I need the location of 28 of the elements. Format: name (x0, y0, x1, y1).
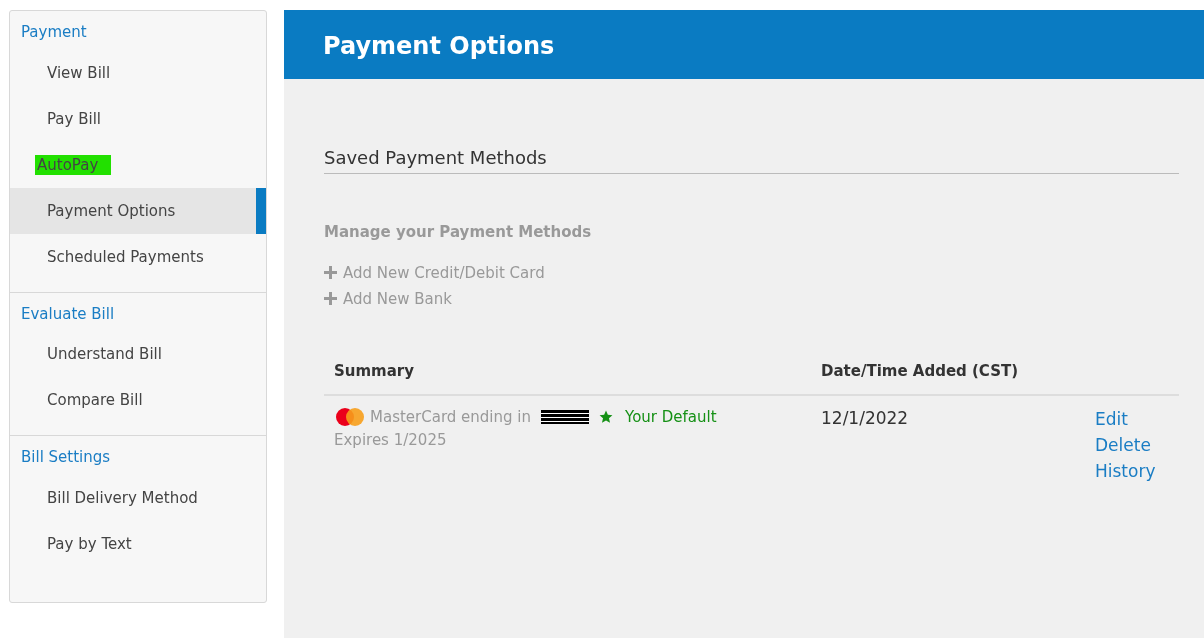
sidebar-item[interactable]: Compare Bill (10, 377, 266, 423)
sidebar-item[interactable]: AutoPay (10, 141, 266, 188)
section-heading: Payment (20, 22, 88, 43)
plus-icon (324, 292, 337, 305)
sidebar-item[interactable]: View Bill (10, 49, 266, 96)
section-heading: Evaluate Bill (20, 303, 116, 325)
sidebar-item[interactable]: Pay Bill (10, 95, 266, 142)
action-link[interactable]: Edit (1095, 406, 1156, 432)
section-title: Saved Payment Methods (324, 144, 1179, 174)
sidebar-item[interactable]: Payment Options (10, 187, 266, 234)
sidebar-item[interactable]: Pay by Text (10, 520, 266, 567)
column-header: Summary (334, 360, 416, 382)
sidebar-item[interactable]: Bill Delivery Method (10, 474, 266, 521)
plus-icon (324, 266, 337, 279)
sidebar-item[interactable]: Understand Bill (10, 331, 266, 377)
column-header: Date/Time Added (CST) (821, 360, 1019, 382)
date-cell-text: 12/1/2022 (821, 407, 910, 430)
default-label: Your Default (625, 407, 717, 428)
card-description: MasterCard ending in (370, 407, 531, 428)
page-header: Payment Options (284, 10, 1204, 79)
sidebar-item[interactable]: Scheduled Payments (10, 233, 266, 280)
expiry-text: Expires 1/2025 (334, 429, 448, 451)
manage-heading: Manage your Payment Methods (324, 222, 593, 243)
redaction-mark (541, 410, 589, 425)
action-link[interactable]: Delete (1095, 432, 1156, 458)
action-link[interactable]: History (1095, 458, 1156, 484)
section-heading: Bill Settings (20, 447, 112, 468)
card-logo-icon (334, 407, 366, 428)
